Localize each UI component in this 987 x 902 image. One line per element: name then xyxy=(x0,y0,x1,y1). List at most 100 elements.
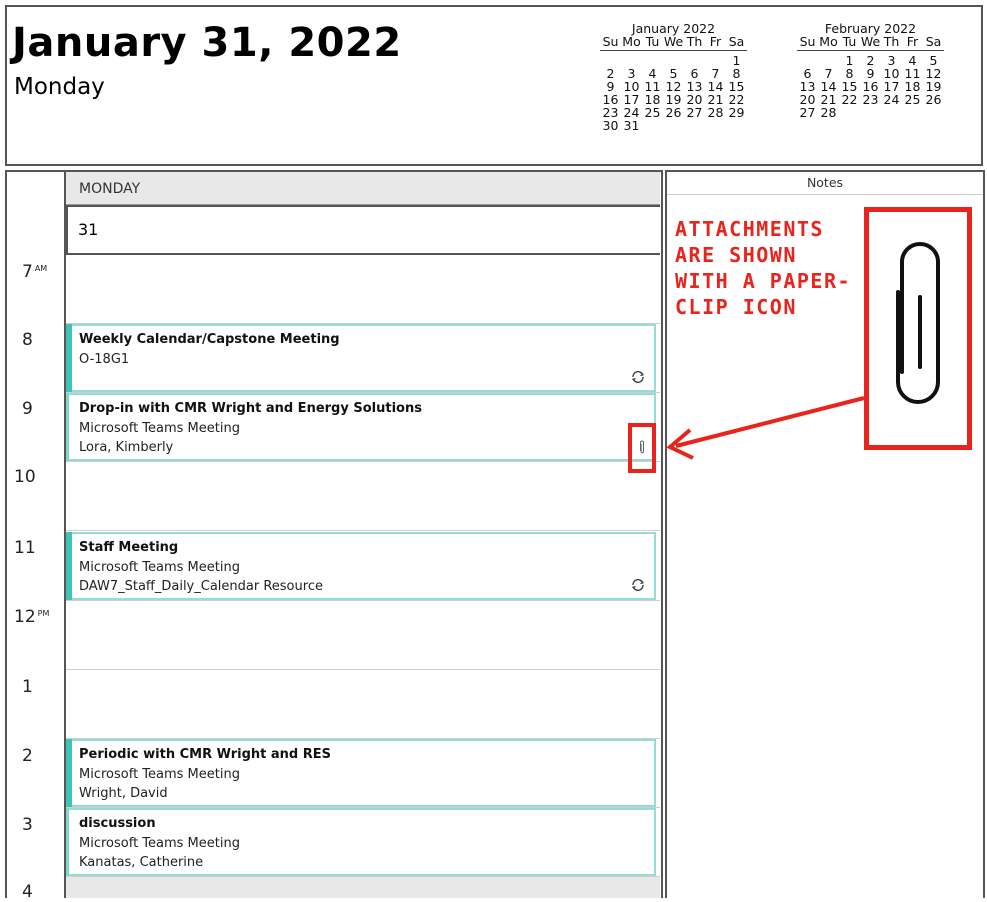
mini-calendar-day: 28 xyxy=(820,105,837,120)
mini-calendar-day: 31 xyxy=(623,118,640,133)
mini-calendar-day xyxy=(684,119,705,132)
hour-number: 10 xyxy=(14,467,36,487)
mini-calendar-week: 23 24 25 26 27 28 29 xyxy=(600,106,747,119)
mini-calendar-day-headers: Su Mo Tu We Th Fr Sa xyxy=(600,35,747,51)
day-column-header: MONDAY xyxy=(66,172,660,205)
annotation-line: ARE SHOWN xyxy=(675,243,797,267)
hour-label-2: 2 xyxy=(22,746,33,766)
mini-calendar-week: 20 21 22 23 24 25 26 xyxy=(797,93,944,106)
day-header: Sa xyxy=(925,34,942,49)
day-column-header-label: MONDAY xyxy=(79,181,141,197)
calendar-event[interactable]: Staff Meeting Microsoft Teams Meeting DA… xyxy=(66,532,656,600)
mini-calendar-grid: 1 2 3 4 5 6 7 8 9 10 11 12 13 14 15 16 17 18 19 20 21 22 23 24 2… xyxy=(797,54,944,119)
day-header: Tu xyxy=(645,34,660,49)
mini-calendar-day xyxy=(860,106,881,119)
event-organizer: Lora, Kimberly xyxy=(79,440,174,455)
annotation-arrow xyxy=(666,396,865,460)
mini-calendar-day: 22 xyxy=(841,92,858,107)
event-title: Drop-in with CMR Wright and Energy Solut… xyxy=(79,401,422,416)
hour-divider xyxy=(66,669,660,670)
day-header: Fr xyxy=(709,34,722,49)
event-location: O-18G1 xyxy=(79,352,130,367)
hour-label-7am: 7 AM xyxy=(22,262,47,282)
notes-header: Notes xyxy=(667,172,983,195)
day-header: We xyxy=(860,34,881,49)
mini-calendar-day: 25 xyxy=(644,105,661,120)
event-organizer: Wright, David xyxy=(79,786,168,801)
annotation-line: WITH A PAPER- xyxy=(675,269,852,293)
page-title: January 31, 2022 xyxy=(12,20,402,66)
mini-calendar-grid: 1 2 3 4 5 6 7 8 9 10 11 12 13 14 15 16 17 18 19 20 21 22 23 24 2… xyxy=(600,54,747,132)
hour-number: 7 xyxy=(22,262,33,282)
mini-calendar-day xyxy=(881,106,902,119)
mini-calendar-january: January 2022 Su Mo Tu We Th Fr Sa 123456… xyxy=(600,22,747,132)
mini-calendar-day xyxy=(705,119,726,132)
mini-calendar-day xyxy=(902,106,923,119)
hour-number: 8 xyxy=(22,330,33,350)
mini-calendar-day: 26 xyxy=(665,105,682,120)
event-location: Microsoft Teams Meeting xyxy=(79,560,240,575)
mini-calendar-day xyxy=(663,119,684,132)
day-date-row: 31 xyxy=(66,205,660,255)
event-location: Microsoft Teams Meeting xyxy=(79,767,240,782)
hour-suffix: AM xyxy=(34,264,48,273)
event-color-bar xyxy=(66,808,69,876)
mini-calendar-day: 25 xyxy=(904,92,921,107)
annotation-line: ATTACHMENTS xyxy=(675,217,824,241)
hour-suffix: PM xyxy=(37,609,50,618)
event-title: Periodic with CMR Wright and RES xyxy=(79,747,332,762)
hour-number: 11 xyxy=(14,538,36,558)
event-title: discussion xyxy=(79,816,156,831)
hour-number: 1 xyxy=(22,677,33,697)
recurrence-icon xyxy=(631,371,645,383)
hour-label-8: 8 xyxy=(22,330,33,350)
mini-calendar-day xyxy=(839,106,860,119)
event-color-bar xyxy=(66,393,69,461)
mini-calendar-february: February 2022 Su Mo Tu We Th Fr Sa 12345… xyxy=(797,22,944,119)
event-title: Staff Meeting xyxy=(79,540,179,555)
paperclip-icon xyxy=(896,242,940,404)
mini-calendar-day xyxy=(923,106,944,119)
day-header: Su xyxy=(602,34,619,49)
event-color-bar xyxy=(66,324,72,392)
day-header: Su xyxy=(799,34,816,49)
day-header: Th xyxy=(686,34,703,49)
hour-divider xyxy=(66,530,660,531)
hour-label-9: 9 xyxy=(22,399,33,419)
calendar-event[interactable]: discussion Microsoft Teams Meeting Kanat… xyxy=(66,808,656,876)
calendar-event[interactable]: Periodic with CMR Wright and RES Microso… xyxy=(66,739,656,807)
hour-number: 3 xyxy=(22,815,33,835)
mini-calendar-day: 27 xyxy=(686,105,703,120)
calendar-event[interactable]: Weekly Calendar/Capstone Meeting O-18G1 xyxy=(66,324,656,392)
hour-divider xyxy=(66,461,660,462)
day-date-number: 31 xyxy=(78,220,99,239)
day-header: Fr xyxy=(906,34,919,49)
hour-divider xyxy=(66,600,660,601)
event-organizer: Kanatas, Catherine xyxy=(79,855,204,870)
annotation-line: CLIP ICON xyxy=(675,295,797,319)
hour-number: 2 xyxy=(22,746,33,766)
mini-calendar-day xyxy=(726,119,747,132)
annotation-text: ATTACHMENTS ARE SHOWN WITH A PAPER- CLIP IC… xyxy=(675,216,851,320)
event-title: Weekly Calendar/Capstone Meeting xyxy=(79,332,340,347)
day-header: Tu xyxy=(842,34,857,49)
mini-calendar-day xyxy=(642,119,663,132)
mini-calendar-day: 23 xyxy=(862,92,879,107)
calendar-event[interactable]: Drop-in with CMR Wright and Energy Solut… xyxy=(66,393,656,461)
hour-label-10: 10 xyxy=(14,467,36,487)
hour-label-3: 3 xyxy=(22,815,33,835)
hour-label-11: 11 xyxy=(14,538,36,558)
mini-calendar-week: 27 28 xyxy=(797,106,944,119)
day-header: Mo xyxy=(819,34,838,49)
day-header: Th xyxy=(883,34,900,49)
day-header: We xyxy=(663,34,684,49)
event-color-bar xyxy=(66,532,72,600)
day-header: Mo xyxy=(622,34,641,49)
hour-label-4: 4 xyxy=(22,882,33,902)
day-header: Sa xyxy=(728,34,745,49)
mini-calendar-week: 30 31 xyxy=(600,119,747,132)
mini-calendar-day: 26 xyxy=(925,92,942,107)
annotation-highlight-box xyxy=(628,423,656,473)
mini-calendar-day: 24 xyxy=(883,92,900,107)
mini-calendar-day: 29 xyxy=(728,105,745,120)
